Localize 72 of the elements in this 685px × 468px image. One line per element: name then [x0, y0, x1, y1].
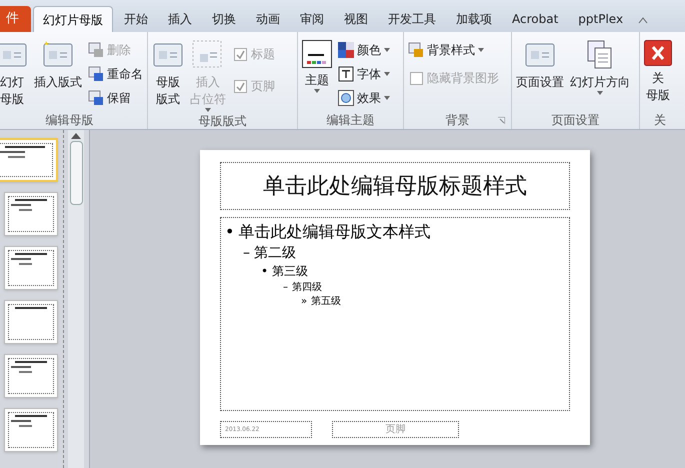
ribbon-tab[interactable]: 视图 — [335, 6, 377, 32]
bullet: • — [261, 263, 268, 280]
title-placeholder[interactable]: 单击此处编辑母版标题样式 — [220, 162, 570, 210]
ribbon-button[interactable]: 幻灯片方向 — [568, 36, 632, 95]
caret-icon — [384, 72, 390, 76]
bullet: » — [301, 295, 308, 310]
ribbon-button[interactable]: 颜色 — [336, 38, 392, 62]
check-icon — [236, 82, 245, 90]
outline-text: 第四级 — [292, 280, 322, 295]
ribbon-button[interactable]: 母版 版式 — [150, 36, 186, 108]
ribbon-button[interactable]: 幻灯 母版 — [0, 36, 30, 108]
group-label: 编辑母版 — [46, 112, 94, 129]
color-swatch-icon — [338, 42, 354, 58]
outline-text: 第三级 — [272, 263, 308, 280]
ribbon-button[interactable]: 保留 — [86, 86, 145, 110]
ribbon-tab[interactable]: 幻灯片母版 — [33, 6, 113, 32]
slide-title: 单击此处编辑母版标题样式 — [263, 172, 527, 200]
scroll-thumb[interactable] — [70, 141, 82, 205]
slide-thumbnail[interactable] — [4, 408, 58, 452]
scrollbar[interactable] — [68, 130, 84, 468]
scroll-up-icon[interactable] — [71, 132, 81, 139]
slide-thumbnail[interactable] — [4, 246, 58, 290]
bullet: – — [243, 244, 250, 264]
slide-thumbnail[interactable] — [4, 192, 58, 236]
ribbon-button[interactable]: 主题 — [300, 36, 334, 93]
caret-icon — [205, 108, 211, 112]
ribbon-button[interactable]: 页面设置 — [514, 36, 566, 91]
outline-text: 第五级 — [311, 295, 342, 310]
ribbon-tab[interactable]: 审阅 — [291, 6, 333, 32]
caret-icon — [384, 96, 390, 100]
placeholder-icon — [192, 40, 224, 70]
outline-text: 单击此处编辑母版文本样式 — [238, 221, 430, 243]
close-icon — [644, 40, 672, 66]
ribbon-button[interactable]: 字体 — [336, 62, 392, 86]
slide-thumbnail[interactable] — [0, 138, 58, 182]
footer-text: 页脚 — [386, 422, 406, 437]
collapse-ribbon-icon[interactable] — [638, 16, 648, 24]
caret-icon — [597, 91, 603, 95]
ribbon-tab[interactable]: pptPlex — [569, 6, 632, 32]
document-stack-icon — [586, 40, 614, 70]
ribbon-tab[interactable]: 动画 — [247, 6, 289, 32]
font-icon — [338, 66, 354, 82]
group-label: 编辑主题 — [326, 112, 374, 129]
ribbon-tab[interactable]: 开发工具 — [379, 6, 445, 32]
file-tab[interactable]: 件 — [0, 6, 31, 32]
group-label: 页面设置 — [552, 112, 600, 129]
ribbon-tab[interactable]: Acrobat — [503, 6, 568, 32]
ribbon-button[interactable]: 效果 — [336, 86, 392, 110]
ribbon-button[interactable]: 重命名 — [86, 62, 145, 86]
bullet: – — [283, 280, 288, 295]
dialog-launcher-icon[interactable] — [498, 117, 505, 124]
check-icon — [236, 50, 245, 58]
caret-icon — [384, 48, 390, 52]
group-label: 关 — [654, 112, 666, 129]
group-label: 母版版式 — [198, 113, 246, 130]
ribbon-button[interactable]: 关 母版 — [642, 36, 674, 104]
ribbon-tab[interactable]: 加载项 — [447, 6, 501, 32]
ribbon-tab[interactable]: 开始 — [115, 6, 157, 32]
bullet: • — [225, 221, 234, 243]
body-placeholder[interactable]: • 单击此处编辑母版文本样式 – 第二级 • 第三级 – 第四级 » 第五级 — [220, 217, 570, 411]
ribbon-tab[interactable]: 切换 — [203, 6, 245, 32]
slide-thumbnail[interactable] — [4, 354, 58, 398]
group-label: 背景 — [446, 112, 470, 129]
ribbon-button[interactable]: 插入版式 — [32, 36, 84, 91]
ribbon-tab[interactable]: 插入 — [159, 6, 201, 32]
caret-icon — [314, 89, 320, 93]
ribbon-button[interactable]: 背景样式 — [406, 38, 503, 62]
caret-icon — [478, 48, 484, 52]
theme-icon — [302, 40, 332, 68]
slide-thumbnail[interactable] — [4, 300, 58, 344]
outline-text: 第二级 — [254, 244, 296, 264]
effects-icon — [338, 90, 354, 106]
